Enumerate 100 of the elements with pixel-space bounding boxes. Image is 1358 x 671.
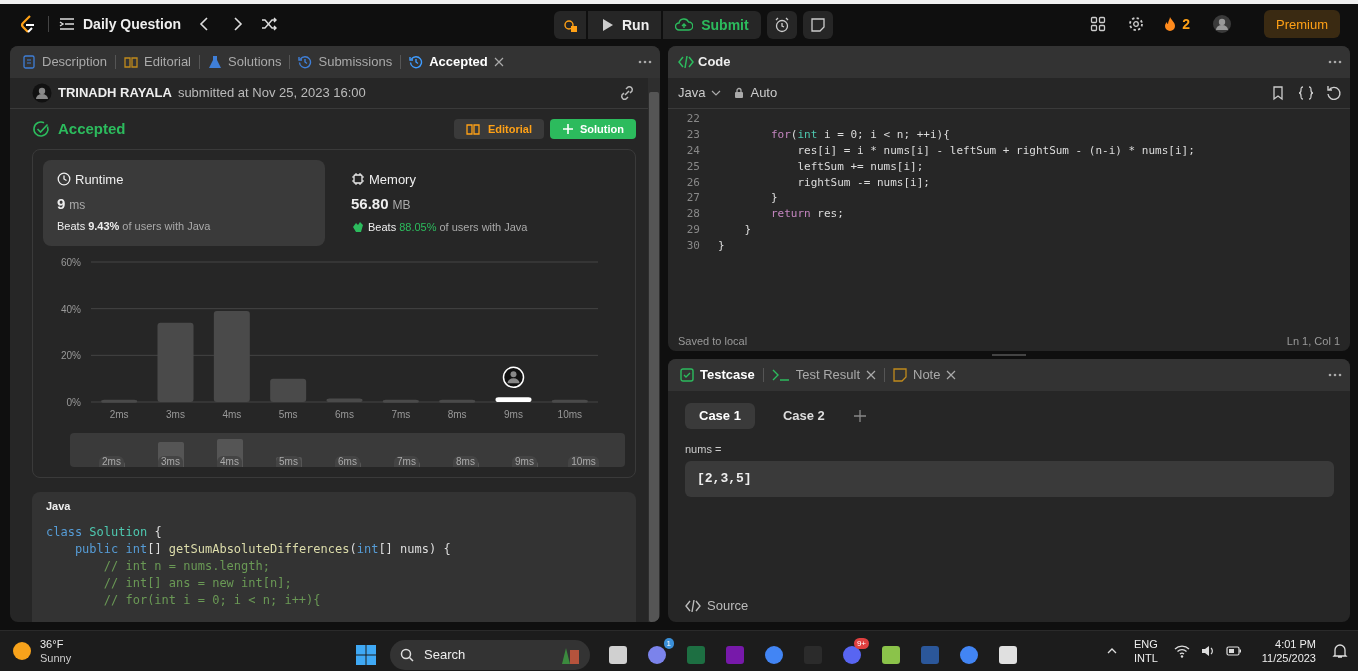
reset-icon[interactable] xyxy=(1326,84,1342,101)
notification-badge: 9+ xyxy=(853,637,869,649)
panel-tab[interactable]: Solutions xyxy=(206,54,284,70)
close-icon[interactable] xyxy=(946,369,957,380)
case-tab[interactable]: Case 1 xyxy=(685,402,755,429)
note-icon xyxy=(893,367,907,382)
settings-icon[interactable] xyxy=(1128,16,1145,33)
keyboard-layout[interactable]: INTL xyxy=(1133,650,1158,665)
list-icon[interactable] xyxy=(59,16,75,33)
daily-question-link[interactable]: Daily Question xyxy=(83,16,182,33)
beats-label: Beats xyxy=(368,220,397,233)
app-icon[interactable] xyxy=(997,643,1019,666)
close-icon[interactable] xyxy=(866,369,876,380)
overview-label: 10ms xyxy=(568,455,599,467)
beats-suffix: of users with Java xyxy=(122,219,211,232)
book-icon xyxy=(124,54,139,69)
check-circle-icon xyxy=(32,119,50,138)
flask-icon xyxy=(208,54,222,69)
line-number: 27 xyxy=(685,191,701,205)
beats-percent: 9.43% xyxy=(88,219,120,232)
shuffle-icon[interactable] xyxy=(261,16,278,33)
line-number: 28 xyxy=(685,207,701,221)
x-tick-label: 9ms xyxy=(504,408,523,420)
link-icon[interactable] xyxy=(618,83,636,102)
more-icon[interactable] xyxy=(638,59,652,64)
code-editor[interactable]: 22 23 for(int i = 0; i < n; ++i){ 24 res[i] = i * nums[i] - leftSum + rightSum - (n-i) * nums[i]; 25 leftSum += nums[i]; 26 rightSum -= nums[i]; 27 } 28 return res; 29 } 30 } xyxy=(668,108,1350,332)
user-avatar-icon[interactable] xyxy=(32,82,52,103)
scrollbar[interactable] xyxy=(648,77,660,622)
code-tab[interactable]: Code xyxy=(678,53,731,70)
clock-date[interactable]: 11/25/2023 xyxy=(1261,650,1316,665)
line-number: 29 xyxy=(685,222,701,236)
x-tick-label: 6ms xyxy=(335,408,354,420)
panel-tab[interactable]: Editorial xyxy=(122,54,193,70)
line-number: 25 xyxy=(685,159,701,173)
braces-icon[interactable] xyxy=(1298,84,1314,101)
language-code[interactable]: ENG xyxy=(1133,636,1158,651)
code-line: } xyxy=(743,222,752,236)
code-line: class Solution { xyxy=(46,523,163,541)
avatar-icon[interactable] xyxy=(1212,14,1232,35)
x-tick-label: 2ms xyxy=(109,408,129,420)
grid-icon[interactable] xyxy=(1090,16,1107,33)
code-line: } xyxy=(718,238,725,252)
username-link[interactable]: TRINADH RAYALA xyxy=(58,85,172,101)
add-icon[interactable] xyxy=(852,408,867,423)
code-line: public int[] getSumAbsoluteDifferences(int[] nums) { xyxy=(73,540,452,558)
code-language: Java xyxy=(46,499,72,512)
run-button[interactable]: Run xyxy=(588,10,662,39)
panel-tab[interactable]: Submissions xyxy=(296,54,395,70)
param-label: nums = xyxy=(685,442,723,455)
panel-tab[interactable]: Description xyxy=(20,54,110,70)
language-dropdown[interactable]: Java xyxy=(678,85,722,101)
source-link[interactable]: Source xyxy=(685,597,1334,614)
param-input-field[interactable]: [2,3,5] xyxy=(685,460,1334,497)
lock-icon xyxy=(733,86,746,99)
search-field[interactable]: Search xyxy=(390,639,590,670)
premium-button[interactable]: Premium xyxy=(1264,10,1340,39)
bar[interactable] xyxy=(495,397,532,402)
bookmark-icon[interactable] xyxy=(1270,84,1286,101)
range-overview[interactable]: 2ms 3ms 4ms 5ms 6ms 7ms 8ms 9ms 10ms xyxy=(70,432,625,467)
debug-button[interactable] xyxy=(554,10,586,39)
x-tick-label: 3ms xyxy=(166,408,185,420)
stat-card[interactable]: Runtime 9 ms Beats 9.43% of users with Java xyxy=(43,159,325,246)
more-icon[interactable] xyxy=(1328,59,1342,64)
sun-icon[interactable] xyxy=(12,640,32,661)
code-line: rightSum -= nums[i]; xyxy=(796,175,930,189)
line-number: 26 xyxy=(685,175,701,189)
stat-title: Memory xyxy=(369,171,416,187)
app-icon[interactable] xyxy=(880,643,902,666)
line-number: 23 xyxy=(685,128,701,142)
code-line: // for(int i = 0; i < n; i++){ xyxy=(102,591,322,609)
checkbox-icon xyxy=(680,367,694,382)
streak-counter[interactable]: 2 xyxy=(1162,16,1190,33)
panel-tab[interactable]: Testcase xyxy=(678,367,757,383)
submission-time: submitted at Nov 25, 2023 16:00 xyxy=(177,85,366,101)
y-tick-label: 20% xyxy=(61,350,81,362)
clock-icon xyxy=(57,172,71,187)
start-icon[interactable] xyxy=(355,643,377,666)
clock-time[interactable]: 4:01 PM xyxy=(1275,636,1316,651)
stat-value: 9 xyxy=(57,194,66,212)
beats-label: Beats xyxy=(57,219,86,232)
panel-tab[interactable]: Test Result xyxy=(769,365,878,384)
code-line: } xyxy=(769,191,778,205)
alarm-clock-icon[interactable] xyxy=(766,10,797,39)
more-icon[interactable] xyxy=(1328,372,1342,377)
panel-tab[interactable]: Accepted xyxy=(407,54,506,70)
note-icon[interactable] xyxy=(802,10,833,39)
code-icon xyxy=(678,53,694,70)
beats-percent: 88.05% xyxy=(399,220,437,233)
auto-mode-label[interactable]: Auto xyxy=(733,85,778,101)
line-number: 22 xyxy=(685,112,701,126)
code-line: for(int i = 0; i < n; ++i){ xyxy=(769,128,950,142)
panel-tab[interactable]: Note xyxy=(891,367,959,383)
case-tab[interactable]: Case 2 xyxy=(768,402,839,429)
x-tick-label: 5ms xyxy=(278,408,298,420)
notification-bell-icon[interactable] xyxy=(1332,642,1348,659)
app-icon[interactable] xyxy=(607,643,629,666)
editorial-button[interactable]: Editorial xyxy=(454,118,544,139)
stat-card[interactable]: Memory 56.80 MB Beats 88.05% of users with Java xyxy=(337,159,619,246)
close-icon[interactable] xyxy=(493,56,504,67)
submit-button[interactable]: Submit xyxy=(663,10,761,39)
